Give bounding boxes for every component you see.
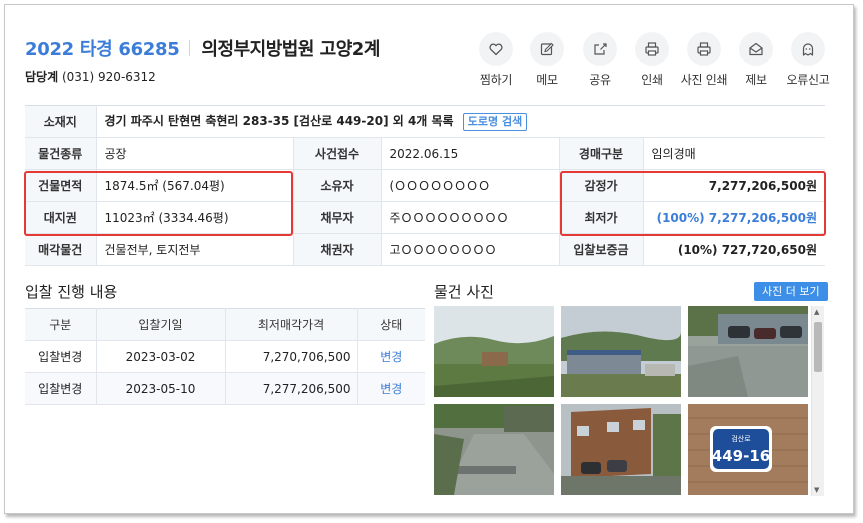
scroll-down-icon[interactable]: ▼ [814,486,819,494]
error-report-label: 오류신고 [786,73,830,87]
type-value: 공장 [96,137,294,170]
scrollbar-thumb[interactable] [814,322,822,372]
photo-print-button[interactable]: 사진 인쇄 [676,32,732,88]
print-button[interactable]: 인쇄 [624,32,680,88]
photo-section-title: 물건 사진 [434,283,494,301]
received-label: 사건접수 [293,137,382,170]
bid-type: 입찰변경 [25,372,97,405]
scroll-up-icon[interactable]: ▲ [814,308,819,316]
bid-price: 7,270,706,500 [225,340,358,373]
bid-price: 7,277,206,500 [225,372,358,405]
auction-type-value: 임의경매 [643,137,826,170]
pencil-icon [540,42,554,56]
property-photo-6[interactable]: 검산로 449-16 [688,404,808,495]
table-row: 입찰변경 2023-03-02 7,270,706,500 변경 [25,340,425,373]
land-right-label: 대지권 [25,201,97,234]
sale-label: 매각물건 [25,233,97,266]
sale-value: 건물전부, 토지전부 [96,233,294,266]
min-price-value: (100%) 7,277,206,500원 [643,201,826,234]
auction-type-label: 경매구분 [559,137,644,170]
bid-status[interactable]: 변경 [357,340,425,373]
photo-scrollbar[interactable]: ▲ ▼ [811,306,824,496]
location-cell: 경기 파주시 탄현면 축현리 283-35 [검산로 449-20] 외 4개 … [96,105,826,138]
bid-header-date: 입찰기일 [96,308,226,341]
favorite-label: 찜하기 [479,73,513,87]
share-icon [594,43,607,55]
min-price-label: 최저가 [559,201,644,234]
more-photos-button[interactable]: 사진 더 보기 [754,282,828,301]
bid-date: 2023-05-10 [96,372,226,405]
printer-icon [697,42,711,56]
photo-gallery: 검산로 449-16 [434,306,824,497]
property-photo-2[interactable] [561,306,681,397]
deposit-label: 입찰보증금 [559,233,644,266]
bid-header-status: 상태 [357,308,425,341]
address-sign-number: 449-16 [712,447,770,465]
owner-value: (ＯＯＯＯＯＯＯＯ [381,169,560,202]
type-label: 물건종류 [25,137,97,170]
auction-detail-panel: 2022 타경 66285 의정부지방법원 고양2계 담당계 (031) 920… [4,4,854,514]
appraisal-value: 7,277,206,500원 [643,169,826,202]
share-button[interactable]: 공유 [572,32,628,88]
building-area-label: 건물면적 [25,169,97,202]
action-toolbar: 찜하기 메모 공유 인쇄 사진 인쇄 제보 오류신고 [5,32,853,92]
print-label: 인쇄 [641,73,663,87]
photo-print-label: 사진 인쇄 [680,73,728,87]
bid-header-price: 최저매각가격 [225,308,358,341]
heart-icon [489,43,503,56]
favorite-button[interactable]: 찜하기 [468,32,524,88]
info-row: 대지권 11023㎡ (3334.46평) 채무자 주ＯＯＯＯＯＯＯＯＯ 최저가… [25,201,826,234]
bid-history-table: 구분 입찰기일 최저매각가격 상태 입찰변경 2023-03-02 7,270,… [25,308,425,405]
bid-type: 입찰변경 [25,340,97,373]
address-sign-street: 검산로 [731,434,751,443]
land-right-value: 11023㎡ (3334.46평) [96,201,294,234]
bid-header-type: 구분 [25,308,97,341]
info-row: 매각물건 건물전부, 토지전부 채권자 고ＯＯＯＯＯＯＯＯ 입찰보증금 (10%… [25,233,826,266]
printer-icon [645,42,659,56]
appraisal-label: 감정가 [559,169,644,202]
table-row: 입찰변경 2023-05-10 7,277,206,500 변경 [25,372,425,405]
info-row: 소재지 경기 파주시 탄현면 축현리 283-35 [검산로 449-20] 외… [25,105,826,138]
share-label: 공유 [589,73,611,87]
property-photo-4[interactable] [434,404,554,495]
received-value: 2022.06.15 [381,137,560,170]
bid-header-row: 구분 입찰기일 최저매각가격 상태 [25,308,425,341]
error-report-button[interactable]: 오류신고 [780,32,836,88]
envelope-icon [749,42,763,56]
ghost-icon [802,43,814,56]
memo-label: 메모 [536,73,558,87]
info-row: 물건종류 공장 사건접수 2022.06.15 경매구분 임의경매 [25,137,826,170]
building-area-value: 1874.5㎡ (567.04평) [96,169,294,202]
info-row: 건물면적 1874.5㎡ (567.04평) 소유자 (ＯＯＯＯＯＯＯＯ 감정가… [25,169,826,202]
debtor-value: 주ＯＯＯＯＯＯＯＯＯ [381,201,560,234]
property-photo-5[interactable] [561,404,681,495]
property-photo-1[interactable] [434,306,554,397]
memo-button[interactable]: 메모 [519,32,575,88]
bid-date: 2023-03-02 [96,340,226,373]
report-button[interactable]: 제보 [728,32,784,88]
creditor-value: 고ＯＯＯＯＯＯＯＯ [381,233,560,266]
debtor-label: 채무자 [293,201,382,234]
bid-status[interactable]: 변경 [357,372,425,405]
bid-section-title: 입찰 진행 내용 [25,283,118,301]
road-search-button[interactable]: 도로명 검색 [462,112,528,131]
owner-label: 소유자 [293,169,382,202]
location-label: 소재지 [25,105,97,138]
location-value: 경기 파주시 탄현면 축현리 283-35 [검산로 449-20] 외 4개 … [104,114,454,129]
report-label: 제보 [745,73,767,87]
creditor-label: 채권자 [293,233,382,266]
deposit-value: (10%) 727,720,650원 [643,233,826,266]
property-info-table: 소재지 경기 파주시 탄현면 축현리 283-35 [검산로 449-20] 외… [25,105,826,266]
property-photo-3[interactable] [688,306,808,397]
